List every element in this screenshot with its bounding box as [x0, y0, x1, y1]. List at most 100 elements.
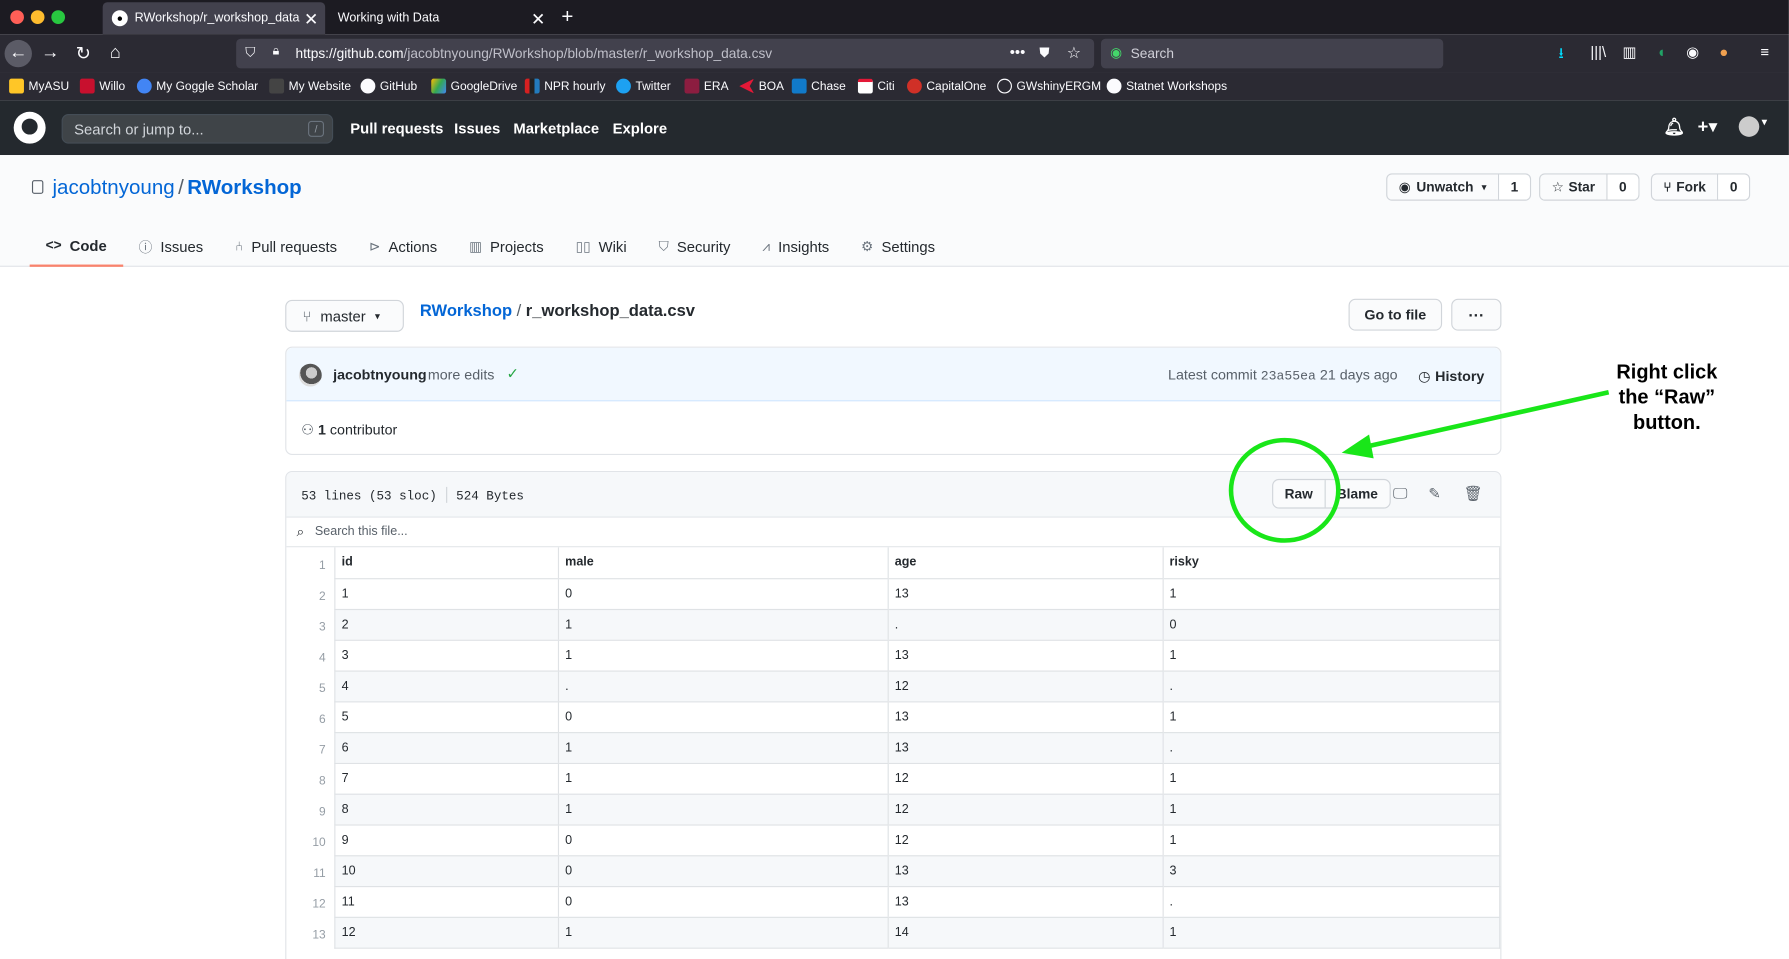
bookmark-item[interactable]: GWshinyERGM — [997, 78, 1101, 94]
browser-tab[interactable]: Working with Data ✕ — [329, 2, 553, 34]
commit-sha-link[interactable]: 23a55ea — [1261, 369, 1316, 384]
home-icon[interactable]: ⌂ — [103, 41, 128, 66]
star-button[interactable]: ☆ Star 0 — [1539, 173, 1640, 201]
fork-count[interactable]: 0 — [1718, 174, 1749, 200]
tab-pull-requests[interactable]: ⑃ Pull requests — [219, 226, 353, 267]
branch-select-button[interactable]: ⑂ master ▾ — [285, 299, 404, 332]
sidebar-icon[interactable]: ▥ — [1622, 43, 1636, 61]
contributors-link[interactable]: ⚇ 1 contributor — [301, 421, 397, 438]
breadcrumb-repo-link[interactable]: RWorkshop — [420, 302, 512, 320]
watch-count[interactable]: 1 — [1499, 174, 1530, 200]
bookmark-item[interactable]: Willo — [79, 78, 125, 94]
page-actions-icon[interactable]: ••• — [1010, 43, 1026, 60]
blame-button[interactable]: Blame — [1324, 480, 1389, 508]
search-file-input[interactable]: ⌕ Search this file... — [286, 517, 1501, 548]
close-tab-icon[interactable]: ✕ — [531, 9, 545, 29]
header-nav-explore[interactable]: Explore — [613, 120, 667, 137]
line-number[interactable]: 6 — [286, 701, 335, 732]
bookmark-star-icon[interactable]: ☆ — [1067, 43, 1081, 62]
zoom-window-button[interactable] — [51, 10, 66, 24]
pencil-icon[interactable]: ✎ — [1428, 485, 1440, 503]
bookmark-item[interactable]: Citi — [857, 78, 895, 94]
more-options-button[interactable]: ··· — [1451, 298, 1502, 331]
bookmark-item[interactable]: ERA — [684, 78, 729, 94]
repo-name-link[interactable]: RWorkshop — [187, 176, 302, 199]
github-logo-icon[interactable] — [13, 111, 46, 144]
line-number[interactable]: 1 — [286, 547, 336, 579]
table-cell: 1 — [558, 793, 889, 826]
close-tab-icon[interactable]: ✕ — [304, 9, 318, 29]
extension-icon[interactable]: ◖ — [1657, 43, 1666, 60]
go-to-file-button[interactable]: Go to file — [1348, 298, 1443, 331]
fork-button[interactable]: ⑂ Fork 0 — [1650, 173, 1751, 201]
watch-button[interactable]: ◉ Unwatch ▾ 1 — [1386, 173, 1531, 201]
line-number[interactable]: 8 — [286, 763, 335, 794]
downloads-icon[interactable]: ⭳ — [1558, 43, 1563, 68]
bookmark-item[interactable]: Statnet Workshops — [1106, 78, 1227, 94]
tab-insights[interactable]: ⩘ Insights — [746, 226, 845, 267]
raw-button[interactable]: Raw — [1273, 480, 1324, 507]
tab-wiki[interactable]: ▯▯ Wiki — [560, 226, 643, 267]
bookmark-item[interactable]: Twitter — [616, 78, 671, 94]
avatar[interactable] — [1738, 116, 1760, 137]
pocket-icon[interactable]: ⛊ — [1039, 44, 1049, 61]
table-cell: 1 — [558, 608, 889, 641]
bookmark-item[interactable]: GoogleDrive — [431, 78, 517, 94]
check-icon[interactable]: ✓ — [507, 365, 519, 383]
header-nav-pull-requests[interactable]: Pull requests — [350, 120, 443, 137]
address-bar[interactable]: ⛉ 🔒︎ https://github.com/jacobtnyoung/RWo… — [236, 38, 1095, 69]
header-nav-issues[interactable]: Issues — [454, 120, 500, 137]
commit-message-link[interactable]: more edits — [428, 367, 495, 383]
line-number[interactable]: 10 — [286, 824, 335, 855]
avatar[interactable] — [298, 363, 322, 387]
bookmark-item[interactable]: My Website — [269, 78, 351, 94]
tab-code[interactable]: <> Code — [29, 226, 123, 267]
commit-author-link[interactable]: jacobtnyoung — [333, 367, 427, 383]
github-search-input[interactable]: Search or jump to... / — [61, 114, 334, 144]
desktop-icon[interactable]: 🖵 — [1393, 485, 1407, 503]
create-new-dropdown[interactable]: +▾ — [1698, 115, 1718, 138]
tab-security[interactable]: ⛉ Security — [643, 226, 747, 267]
lock-icon[interactable]: 🔒︎ — [273, 44, 280, 59]
browser-tab-active[interactable]: ● RWorkshop/r_workshop_data.csv ✕ — [102, 2, 326, 35]
line-number[interactable]: 13 — [286, 917, 335, 948]
browser-search-bar[interactable]: ◉ Search — [1100, 38, 1444, 69]
bookmark-item[interactable]: NPR hourly — [524, 78, 605, 94]
line-number[interactable]: 12 — [286, 886, 335, 917]
history-link[interactable]: ◷ History — [1418, 367, 1484, 384]
tab-projects[interactable]: ▥ Projects — [453, 226, 559, 267]
line-number[interactable]: 9 — [286, 794, 335, 825]
repo-owner-link[interactable]: jacobtnyoung — [52, 176, 174, 199]
chevron-down-icon[interactable]: ▾ — [1762, 116, 1768, 129]
bookmark-item[interactable]: CapitalOne — [907, 78, 986, 94]
line-number[interactable]: 11 — [286, 855, 335, 886]
tab-settings[interactable]: ⚙ Settings — [845, 226, 951, 267]
trash-icon[interactable]: 🗑︎ — [1464, 485, 1483, 503]
reload-icon[interactable]: ↻ — [71, 41, 96, 66]
bookmark-item[interactable]: GitHub — [360, 78, 417, 94]
minimize-window-button[interactable] — [30, 10, 45, 24]
bookmark-item[interactable]: BOA — [739, 78, 784, 94]
header-nav-marketplace[interactable]: Marketplace — [513, 120, 599, 137]
shield-icon[interactable]: ⛉ — [245, 44, 255, 61]
back-arrow-icon[interactable]: ← — [4, 39, 32, 68]
line-number[interactable]: 3 — [286, 609, 335, 640]
account-icon[interactable]: ◉ — [1686, 43, 1699, 61]
forward-arrow-icon[interactable]: → — [38, 41, 63, 66]
bookmark-item[interactable]: Chase — [791, 78, 846, 94]
library-icon[interactable]: |||\ — [1590, 43, 1606, 60]
tab-actions[interactable]: ⊳ Actions — [353, 226, 453, 267]
notifications-bell-icon[interactable]: 🔔︎ — [1663, 116, 1685, 136]
tab-issues[interactable]: ⓘ Issues — [123, 226, 220, 267]
line-number[interactable]: 2 — [286, 578, 335, 609]
new-tab-icon[interactable]: + — [561, 5, 573, 29]
extension-icon[interactable]: ● — [1719, 43, 1728, 60]
close-window-button[interactable] — [10, 10, 24, 24]
bookmark-item[interactable]: My Goggle Scholar — [136, 78, 258, 94]
line-number[interactable]: 5 — [286, 670, 335, 701]
bookmark-item[interactable]: MyASU — [9, 78, 69, 94]
star-count[interactable]: 0 — [1607, 174, 1639, 200]
line-number[interactable]: 4 — [286, 640, 335, 671]
menu-icon[interactable]: ≡ — [1760, 43, 1769, 60]
line-number[interactable]: 7 — [286, 732, 335, 763]
